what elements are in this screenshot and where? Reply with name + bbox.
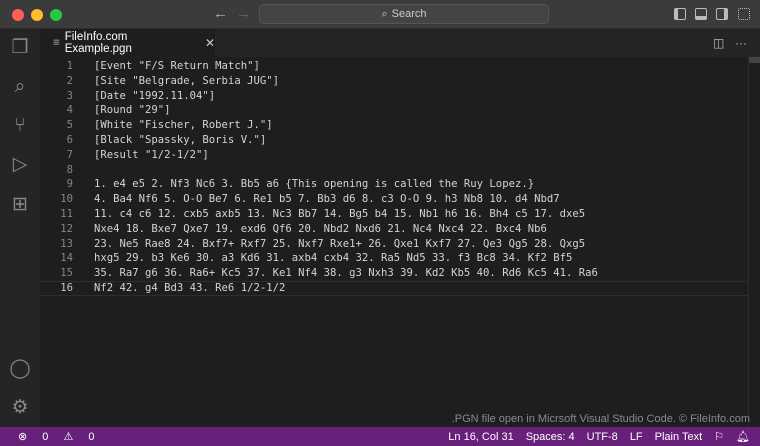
error-icon: ⊗ [18, 431, 28, 443]
line-number: 6 [66, 134, 73, 146]
line-text: [Result "1/2-1/2"] [94, 148, 209, 161]
line-number: 11 [60, 208, 73, 220]
code-line[interactable]: 11 11. c4 c6 12. cxb5 axb5 13. Nc3 Bb7 14… [40, 207, 748, 222]
line-text: Nf2 42. g4 Bd3 43. Re6 1/2-1/2 [94, 282, 286, 294]
extensions-icon[interactable]: ⊞ [9, 194, 31, 216]
indentation[interactable]: Spaces: 4 [526, 431, 575, 443]
line-text: 35. Ra7 g6 36. Ra6+ Kc5 37. Ke1 Nf4 38. … [94, 267, 598, 280]
line-number: 15 [60, 267, 73, 280]
split-editor-icon[interactable]: ◫ [713, 36, 724, 50]
encoding[interactable]: UTF-8 [587, 431, 618, 443]
explorer-icon[interactable]: ❐ [9, 37, 31, 59]
close-window-button[interactable] [12, 9, 24, 21]
feedback-icon[interactable]: ⚐ [714, 430, 724, 443]
code-line[interactable]: 15 35. Ra7 g6 36. Ra6+ Kc5 37. Ke1 Nf4 38… [40, 266, 748, 281]
cursor-position[interactable]: Ln 16, Col 31 [448, 431, 513, 443]
line-number: 7 [66, 148, 73, 161]
watermark: .PGN file open in Micrsoft Visual Studio… [451, 413, 750, 425]
line-number: 13 [60, 237, 73, 250]
editor[interactable]: 1 [Event "F/S Return Match"] 2 [Site "Belgr… [40, 57, 748, 427]
line-number: 14 [60, 252, 73, 265]
notifications-bell-icon[interactable]: 🔔︎ [736, 430, 750, 443]
line-number: 4 [66, 104, 73, 117]
warning-icon: ⚠ [63, 431, 74, 443]
line-text: 1. e4 e5 2. Nf3 Nc6 3. Bb5 a6 {This open… [94, 178, 535, 191]
toggle-panel-icon[interactable] [695, 8, 707, 20]
line-number: 8 [66, 163, 73, 176]
command-center-search[interactable]: ⌕ Search [259, 4, 549, 24]
code-line[interactable]: 13 23. Ne5 Rae8 24. Bxf7+ Rxf7 25. Nxf7 R… [40, 237, 748, 252]
tab-fileinfo-example[interactable]: ≡ FileInfo.com Example.pgn ✕ [40, 29, 215, 57]
vertical-scrollbar[interactable] [748, 57, 760, 427]
line-text: hxg5 29. b3 Ke6 30. a3 Kd6 31. axb4 cxb4… [94, 252, 573, 265]
line-text: [Event "F/S Return Match"] [94, 60, 260, 72]
line-number: 9 [66, 178, 73, 191]
line-text: Nxe4 18. Bxe7 Qxe7 19. exd6 Qf6 20. Nbd2… [94, 222, 547, 235]
title-bar: ← → ⌕ Search [0, 0, 760, 29]
code-line[interactable]: 5 [White "Fischer, Robert J."] [40, 118, 748, 133]
source-control-icon[interactable]: ⑂ [9, 115, 31, 137]
toggle-primary-sidebar-icon[interactable] [674, 8, 686, 20]
line-text: 23. Ne5 Rae8 24. Bxf7+ Rxf7 25. Nxf7 Rxe… [94, 237, 586, 250]
scrollbar-thumb[interactable] [749, 57, 760, 63]
code-line[interactable]: 16 Nf2 42. g4 Bd3 43. Re6 1/2-1/2 [40, 281, 748, 296]
line-text: [Round "29"] [94, 104, 171, 117]
line-text: [White "Fischer, Robert J."] [94, 119, 273, 132]
code-line[interactable]: 6 [Black "Spassky, Boris V."] [40, 133, 748, 148]
code-line[interactable]: 7 [Result "1/2-1/2"] [40, 148, 748, 163]
line-number: 3 [66, 89, 73, 102]
run-debug-icon[interactable]: ▷ [9, 154, 31, 176]
line-number: 5 [66, 119, 73, 132]
line-text: [Date "1992.11.04"] [94, 89, 216, 102]
line-number: 16 [60, 282, 73, 294]
code-line[interactable]: 9 1. e4 e5 2. Nf3 Nc6 3. Bb5 a6 {This ope… [40, 177, 748, 192]
code-line[interactable]: 1 [Event "F/S Return Match"] [40, 59, 748, 74]
code-line[interactable]: 2 [Site "Belgrade, Serbia JUG"] [40, 74, 748, 89]
code-line[interactable]: 10 4. Ba4 Nf6 5. O-O Be7 6. Re1 b5 7. Bb3… [40, 192, 748, 207]
code-line[interactable]: 12 Nxe4 18. Bxe7 Qxe7 19. exd6 Qf6 20. Nb… [40, 222, 748, 237]
activity-bar: ❐ ⌕ ⑂ ▷ ⊞ ◯ ⚙ [0, 29, 40, 427]
code-line[interactable]: 8 [40, 163, 748, 178]
line-number: 1 [66, 60, 73, 72]
code-line[interactable]: 14 hxg5 29. b3 Ke6 30. a3 Kd6 31. axb4 cx… [40, 251, 748, 266]
end-of-line[interactable]: LF [630, 431, 643, 443]
more-actions-icon[interactable]: ··· [735, 36, 747, 50]
close-tab-icon[interactable]: ✕ [205, 36, 215, 50]
search-icon: ⌕ [381, 7, 388, 20]
back-arrow-icon[interactable]: ← [213, 5, 228, 22]
account-icon[interactable]: ◯ [9, 358, 31, 380]
problems-indicator[interactable]: ⊗ 0 ⚠ 0 [12, 430, 101, 443]
code-line[interactable]: 3 [Date "1992.11.04"] [40, 89, 748, 104]
line-text: [Site "Belgrade, Serbia JUG"] [94, 74, 279, 87]
maximize-window-button[interactable] [50, 9, 62, 21]
tab-bar: ≡ FileInfo.com Example.pgn ✕ ◫ ··· [40, 29, 760, 57]
file-lines-icon: ≡ [53, 37, 60, 49]
language-mode[interactable]: Plain Text [655, 431, 703, 443]
toggle-secondary-sidebar-icon[interactable] [716, 8, 728, 20]
status-bar: ⊗ 0 ⚠ 0 Ln 16, Col 31 Spaces: 4 UTF-8 LF… [0, 427, 760, 446]
line-text: 4. Ba4 Nf6 5. O-O Be7 6. Re1 b5 7. Bb3 d… [94, 193, 560, 206]
line-number: 12 [60, 222, 73, 235]
line-text: [Black "Spassky, Boris V."] [94, 134, 267, 146]
line-number: 2 [66, 74, 73, 87]
line-number: 10 [60, 193, 73, 206]
search-icon[interactable]: ⌕ [9, 76, 31, 98]
minimize-window-button[interactable] [31, 9, 43, 21]
code-line[interactable]: 4 [Round "29"] [40, 103, 748, 118]
settings-gear-icon[interactable]: ⚙ [9, 397, 31, 419]
customize-layout-icon[interactable] [738, 8, 750, 20]
forward-arrow-icon[interactable]: → [236, 5, 251, 22]
line-text: 11. c4 c6 12. cxb5 axb5 13. Nc3 Bb7 14. … [94, 208, 586, 220]
